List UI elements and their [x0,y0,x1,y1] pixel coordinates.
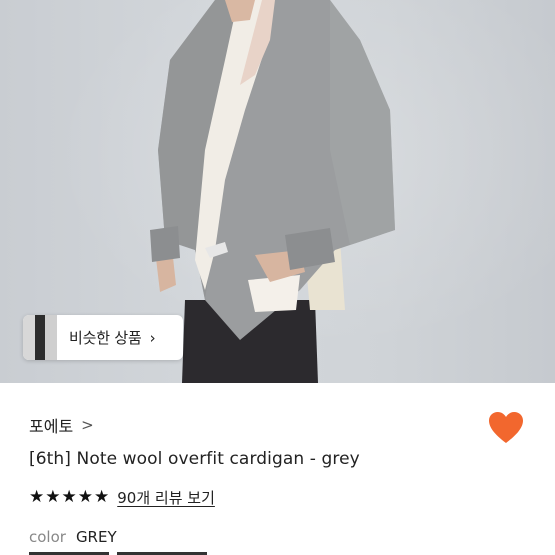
color-label: color [29,528,66,546]
similar-products-thumbnail [23,315,57,360]
product-image[interactable]: 비슷한 상품 › [0,0,555,383]
star-icon: ★ [61,487,77,507]
brand-link[interactable]: 포에토 > [29,413,94,437]
product-info: 포에토 > [6th] Note wool overfit cardigan -… [0,383,555,555]
similar-products-label: 비슷한 상품 [69,329,142,347]
rating-row: ★ ★ ★ ★ ★ 90개 리뷰 보기 [29,487,215,508]
view-reviews-link[interactable]: 90개 리뷰 보기 [117,487,215,508]
heart-icon[interactable] [488,411,524,445]
chevron-right-icon: > [81,416,94,434]
product-title: [6th] Note wool overfit cardigan - grey [29,449,360,469]
color-value: GREY [75,528,117,546]
similar-products-button[interactable]: 비슷한 상품 › [23,315,183,360]
rating-stars: ★ ★ ★ ★ ★ [29,489,109,506]
star-icon: ★ [77,487,93,507]
chevron-right-icon: › [149,328,156,347]
star-icon: ★ [94,487,110,507]
color-row: color GREY [29,528,117,546]
star-icon: ★ [45,487,61,507]
star-icon: ★ [29,487,45,507]
brand-name: 포에토 [29,417,74,436]
